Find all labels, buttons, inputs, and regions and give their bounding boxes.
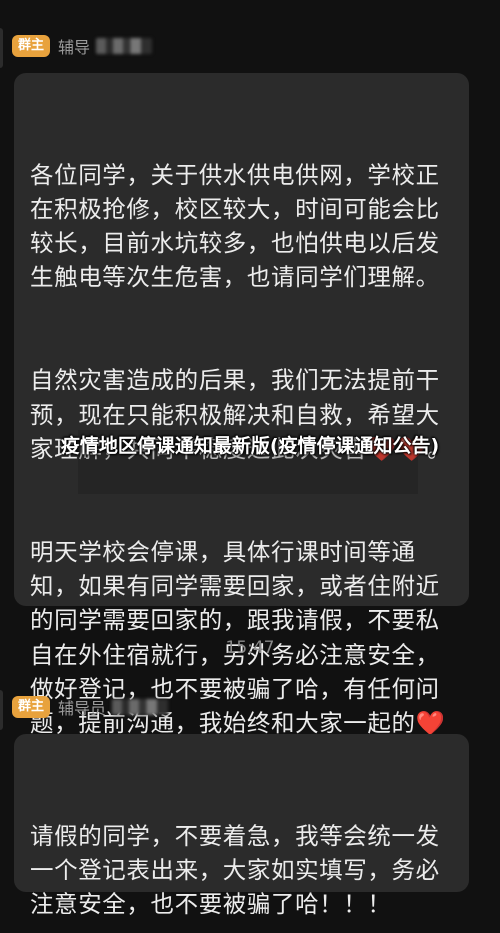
message-paragraph: 请假的同学，不要着急，我等会统一发一个登记表出来，大家如实填写，务必注意安全，也… xyxy=(30,821,440,919)
sender-row: 群主 辅导 xyxy=(12,33,153,59)
sender-name[interactable]: 辅导 xyxy=(58,34,90,58)
avatar[interactable] xyxy=(0,28,3,68)
article-title-overlay: 疫情地区停课通知最新版(疫情停课通知公告) xyxy=(60,435,440,457)
message-bubble[interactable]: 请假的同学，不要着急，我等会统一发一个登记表出来，大家如实填写，务必注意安全，也… xyxy=(14,734,469,918)
timestamp: 15:47 xyxy=(225,638,275,658)
blurred-name xyxy=(96,38,153,54)
owner-badge: 群主 xyxy=(12,35,51,57)
avatar[interactable] xyxy=(0,690,3,730)
owner-badge: 群主 xyxy=(12,696,51,718)
chat-screen: 群主 辅导 各位同学，关于供水供电供网，学校正在积极抢修，校区较大，时间可能会比… xyxy=(0,0,500,933)
sender-row: 群主 辅导员 xyxy=(12,694,169,720)
message-bubble[interactable]: 各位同学，关于供水供电供网，学校正在积极抢修，校区较大，时间可能会比较长，目前水… xyxy=(14,73,469,772)
message-paragraph: 各位同学，关于供水供电供网，学校正在积极抢修，校区较大，时间可能会比较长，目前水… xyxy=(30,160,440,292)
blurred-name xyxy=(112,699,169,715)
sender-name[interactable]: 辅导员 xyxy=(58,695,106,719)
